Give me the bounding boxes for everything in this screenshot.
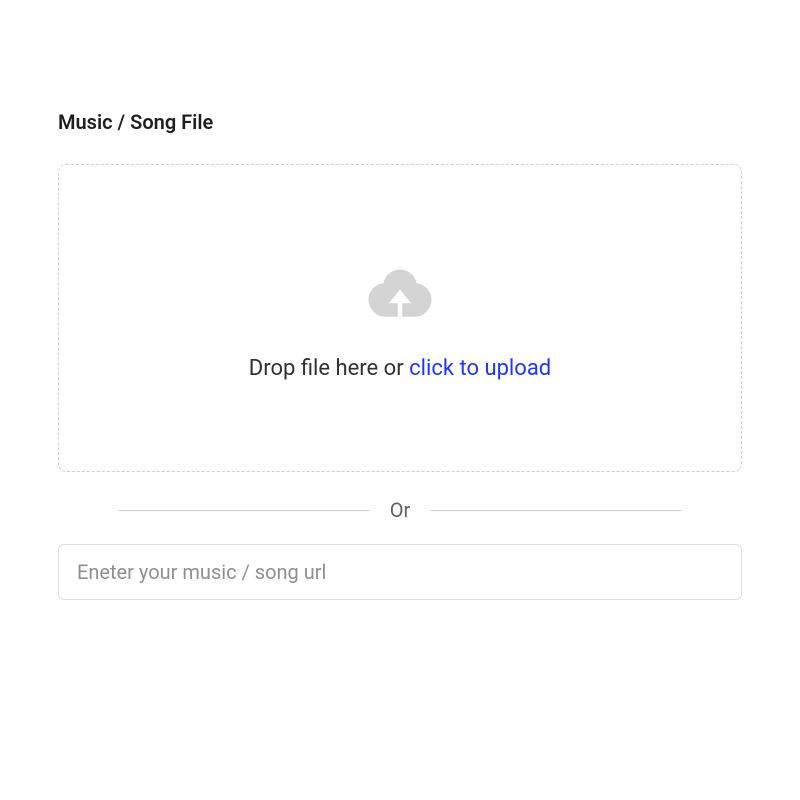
divider-text: Or [370, 498, 431, 522]
dropzone-instruction: Drop file here or click to upload [249, 356, 551, 381]
divider-line-right [430, 510, 682, 511]
cloud-upload-icon [352, 256, 448, 332]
dropzone-text-prefix: Drop file here or [249, 356, 409, 381]
click-to-upload-link[interactable]: click to upload [409, 356, 551, 381]
file-dropzone[interactable]: Drop file here or click to upload [58, 164, 742, 472]
music-url-input[interactable] [58, 544, 742, 600]
section-title: Music / Song File [58, 110, 742, 134]
divider-line-left [118, 510, 370, 511]
or-divider: Or [118, 498, 682, 522]
music-upload-section: Music / Song File Drop file here or clic… [0, 0, 800, 600]
